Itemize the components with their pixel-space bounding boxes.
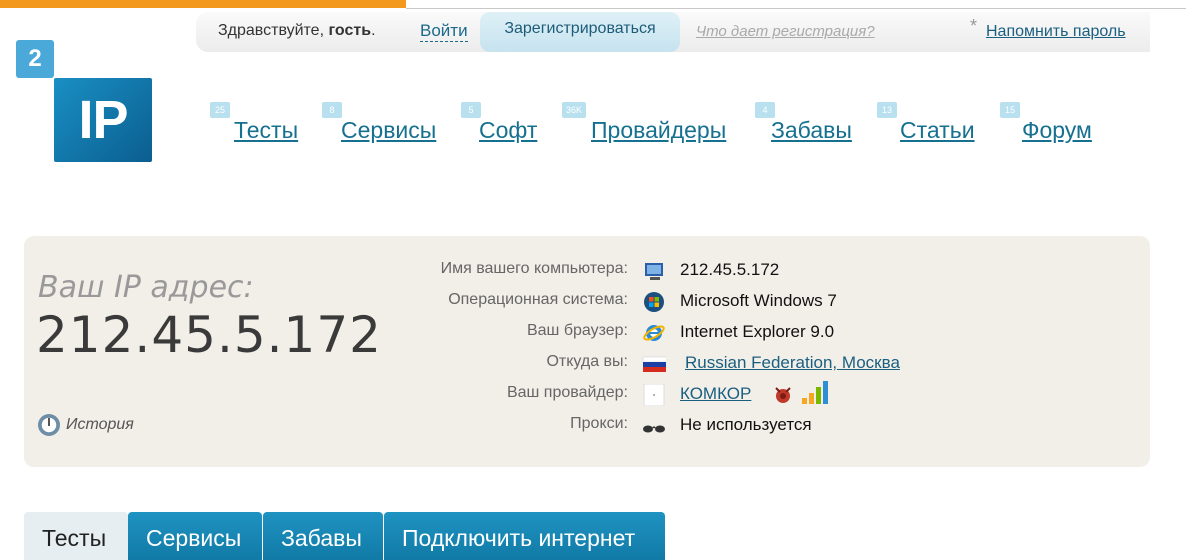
nav-count-badge: 15 (1000, 102, 1020, 118)
info-row-os: Операционная система: Microsoft Windows … (24, 291, 1150, 317)
tab-fun[interactable]: Забавы (263, 512, 383, 560)
login-link[interactable]: Войти (420, 21, 468, 42)
top-divider (406, 8, 1186, 9)
info-label: Прокси: (570, 415, 628, 432)
logo-digit: 2 (16, 40, 54, 78)
signal-bars-icon[interactable] (800, 380, 828, 406)
tab-services[interactable]: Сервисы (128, 512, 262, 560)
logo-text: IP (54, 78, 152, 162)
info-row-provider: Ваш провайдер: КОМКОР (24, 381, 1150, 410)
nav-count-badge: 36K (562, 102, 587, 118)
ie-icon (643, 325, 665, 341)
nav-count-badge: 25 (210, 102, 230, 118)
provider-link[interactable]: КОМКОР (680, 384, 751, 404)
nav-link-tests[interactable]: Тесты (234, 117, 298, 144)
info-value: Internet Explorer 9.0 (680, 322, 835, 341)
info-label: Ваш провайдер: (506, 384, 628, 401)
nav-link-services[interactable]: Сервисы (341, 117, 436, 144)
tab-connect-internet[interactable]: Подключить интернет (384, 512, 665, 560)
windows-icon (644, 292, 664, 312)
info-row-proxy: Прокси: Не используется (24, 415, 1150, 441)
asterisk-mark: * (970, 16, 978, 36)
nav-count-badge: 8 (322, 102, 342, 118)
info-label: Ваш браузер: (526, 322, 628, 339)
info-value: 212.45.5.172 (680, 260, 780, 279)
tab-tests[interactable]: Тесты (24, 512, 128, 560)
nav-link-providers[interactable]: Провайдеры (591, 117, 726, 144)
nav-count-badge: 4 (755, 102, 775, 118)
computer-icon (645, 263, 663, 280)
nav-link-articles[interactable]: Статьи (900, 117, 975, 144)
ip-info-panel: Ваш IP адрес: 212.45.5.172 История Имя в… (24, 236, 1150, 467)
provider-logo-icon (643, 384, 665, 406)
glasses-icon (643, 425, 665, 433)
remind-password-link[interactable]: Напомнить пароль (986, 23, 1126, 41)
nav-link-forum[interactable]: Форум (1022, 117, 1092, 144)
info-value: Не используется (680, 415, 812, 434)
info-row-browser: Ваш браузер: Internet Explorer 9.0 (24, 322, 1150, 348)
greeting-text: Здравствуйте, гость. (218, 22, 376, 39)
info-row-computer: Имя вашего компьютера: 212.45.5.172 (24, 260, 1150, 286)
info-label: Операционная система: (448, 291, 628, 308)
speed-test-icon[interactable] (772, 384, 794, 406)
info-label: Имя вашего компьютера: (440, 260, 628, 277)
register-button[interactable]: Зарегистрироваться (480, 12, 680, 52)
site-logo[interactable]: 2 IP (16, 40, 152, 162)
nav-link-fun[interactable]: Забавы (771, 117, 852, 144)
russia-flag-icon (642, 356, 666, 372)
info-label: Откуда вы: (546, 353, 628, 370)
nav-count-badge: 13 (877, 102, 897, 118)
info-row-location: Откуда вы: Russian Federation, Москва (24, 353, 1150, 379)
top-accent-bar (0, 0, 406, 8)
user-bar: Здравствуйте, гость. Войти Зарегистриров… (196, 12, 1150, 52)
nav-link-soft[interactable]: Софт (479, 117, 537, 144)
location-link[interactable]: Russian Federation, Москва (685, 353, 900, 373)
registration-benefits-link[interactable]: Что дает регистрация? (696, 23, 875, 40)
nav-count-badge: 5 (461, 102, 481, 118)
info-value: Microsoft Windows 7 (680, 291, 837, 310)
